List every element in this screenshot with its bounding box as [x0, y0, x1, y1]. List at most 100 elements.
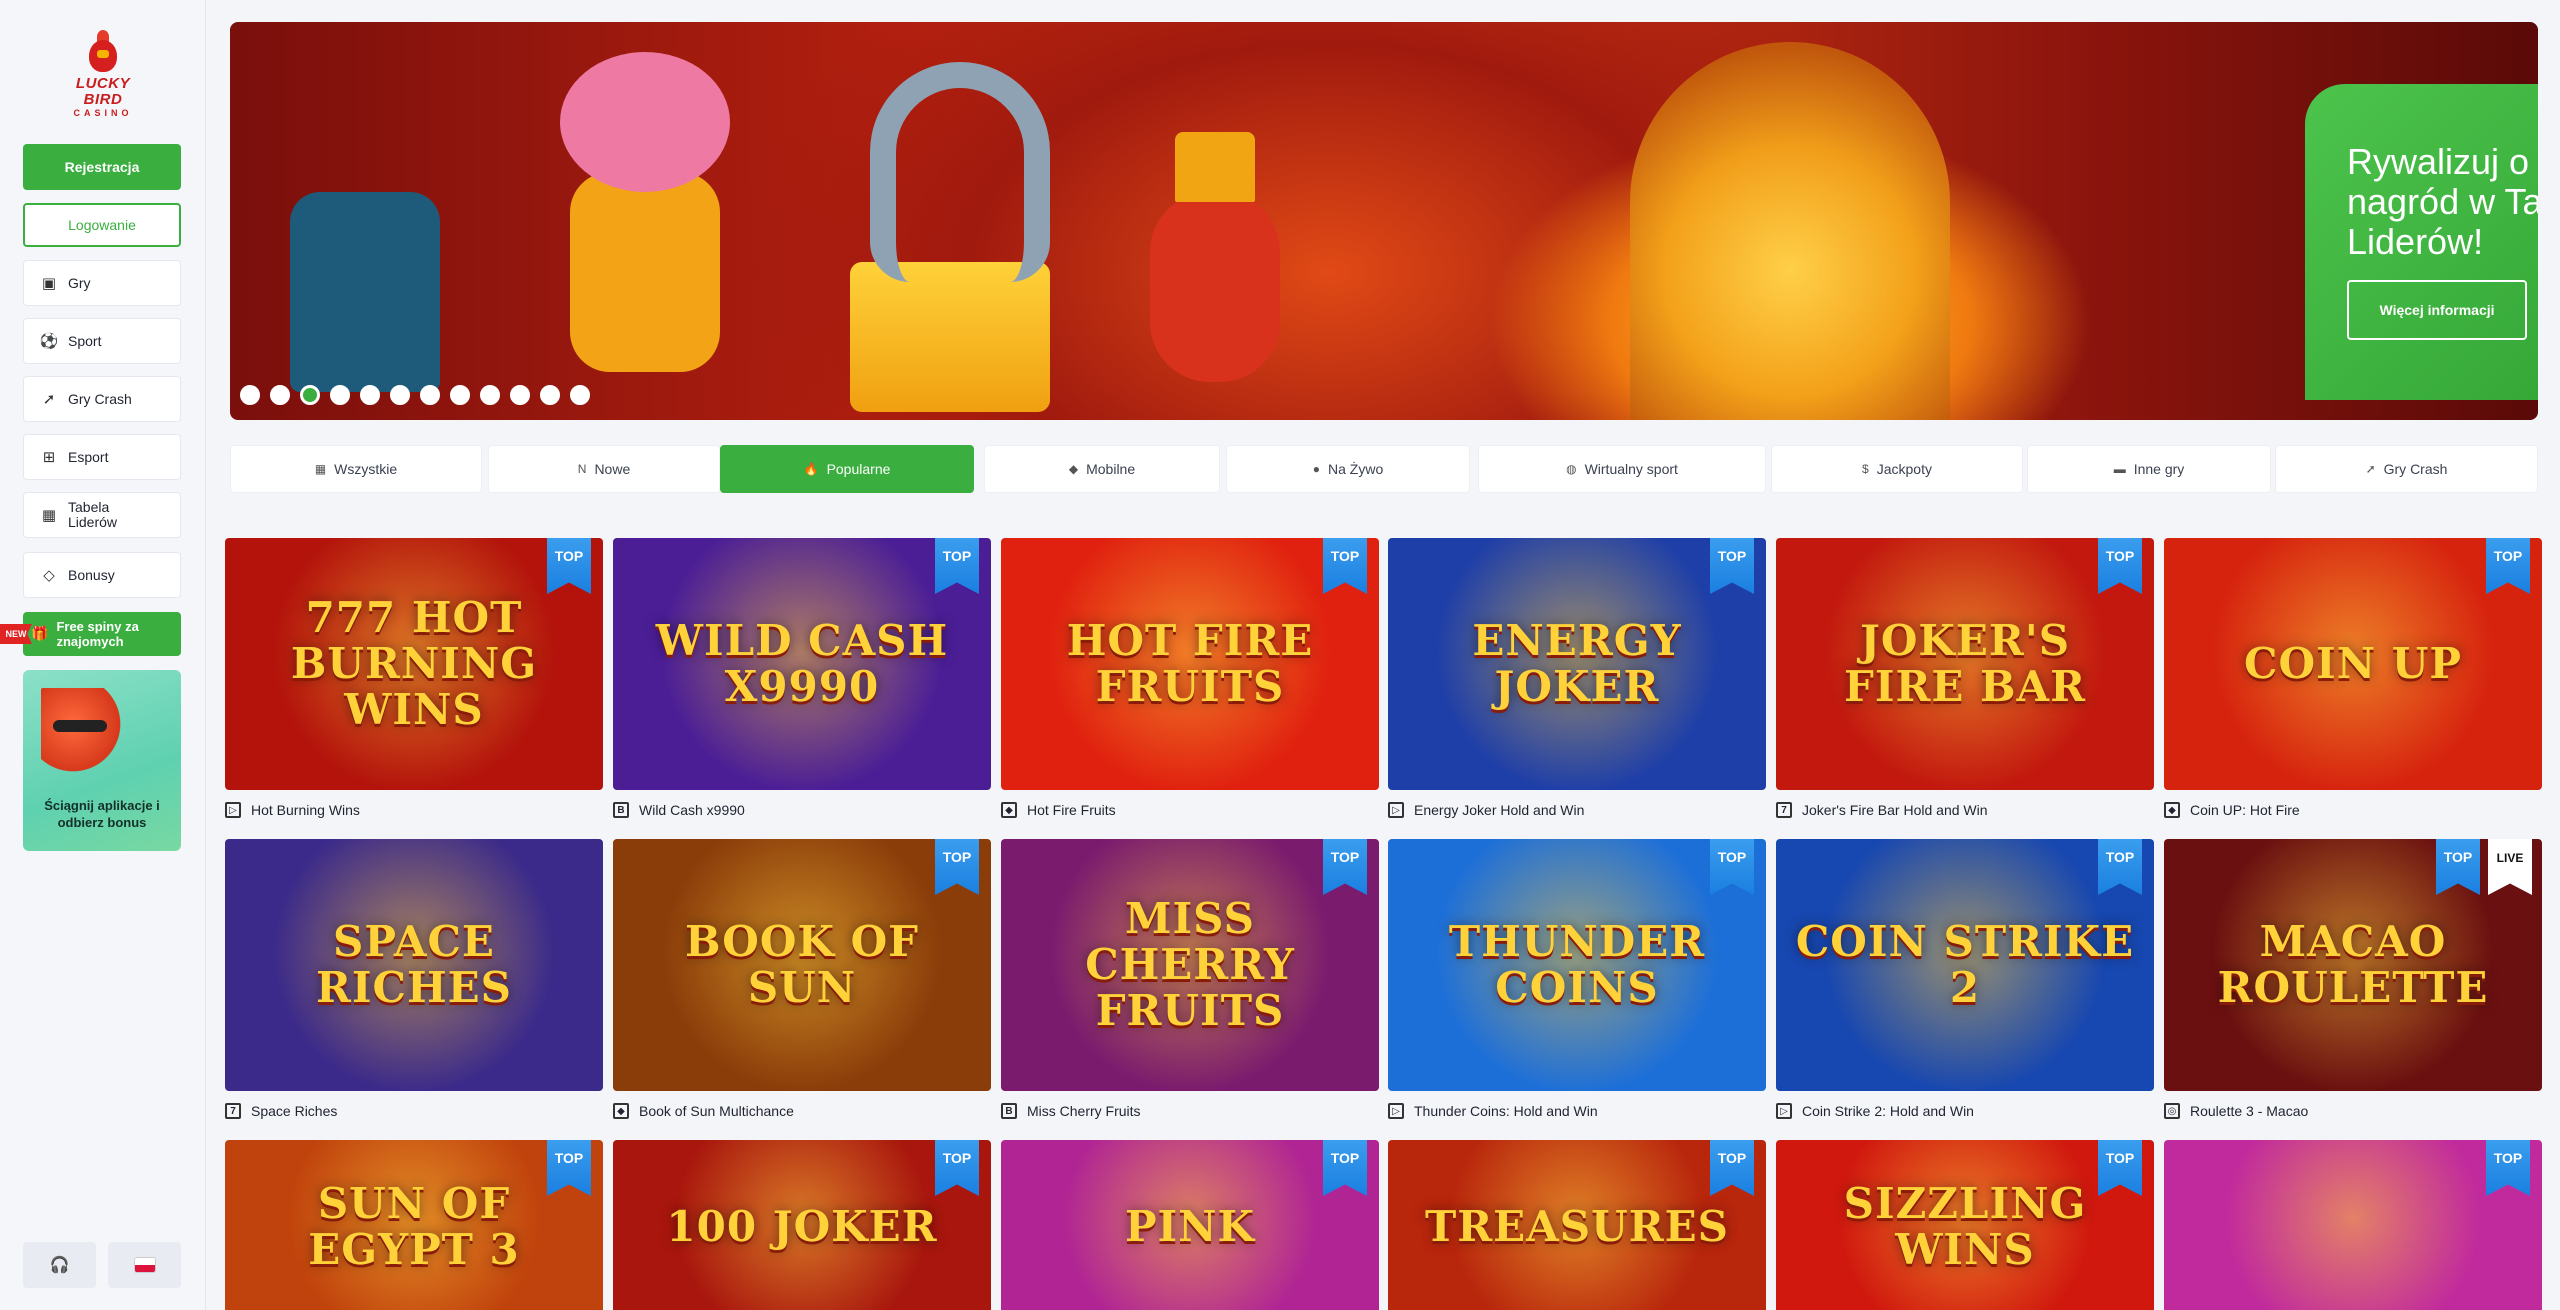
carousel-dot[interactable] — [420, 385, 440, 405]
game-name[interactable]: Hot Burning Wins — [251, 802, 360, 818]
game-name[interactable]: Wild Cash x9990 — [639, 802, 745, 818]
support-button[interactable]: 🎧 — [23, 1242, 96, 1288]
game-card[interactable]: ENERGY JOKER TOP ▷ Energy Joker Hold and Wi… — [1388, 538, 1766, 830]
game-artwork-title: BOOK OF SUN — [685, 917, 919, 1012]
game-name[interactable]: Thunder Coins: Hold and Win — [1414, 1103, 1598, 1119]
more-info-button[interactable]: Więcej informacji — [2347, 280, 2527, 340]
tab-inne-gry[interactable]: ▬ Inne gry — [2027, 445, 2271, 493]
game-thumbnail[interactable]: 100 JOKER TOP — [613, 1140, 991, 1310]
carousel-dot[interactable] — [360, 385, 380, 405]
tab-wirtualny-sport[interactable]: ◍ Wirtualny sport — [1478, 445, 1766, 493]
game-thumbnail[interactable]: COIN UP TOP — [2164, 538, 2542, 790]
top-badge: TOP — [1710, 839, 1754, 895]
game-name[interactable]: Hot Fire Fruits — [1027, 802, 1116, 818]
carousel-dot[interactable] — [270, 385, 290, 405]
provider-icon: ▷ — [1776, 1103, 1792, 1119]
game-thumbnail[interactable]: WILD CASH X9990 TOP — [613, 538, 991, 790]
game-artwork-title: WILD CASH X9990 — [655, 616, 949, 711]
game-name[interactable]: Coin UP: Hot Fire — [2190, 802, 2300, 818]
game-caption: B Wild Cash x9990 — [613, 790, 991, 830]
carousel-dot[interactable] — [390, 385, 410, 405]
game-card[interactable]: TOP — [2164, 1140, 2542, 1310]
logo[interactable]: LUCKY BIRD CASINO — [55, 30, 151, 118]
game-thumbnail[interactable]: THUNDER COINS TOP — [1388, 839, 1766, 1091]
tab-popularne[interactable]: 🔥 Popularne — [720, 445, 974, 493]
game-thumbnail[interactable]: MISS CHERRY FRUITS TOP — [1001, 839, 1379, 1091]
game-name[interactable]: Roulette 3 - Macao — [2190, 1103, 2308, 1119]
game-name[interactable]: Book of Sun Multichance — [639, 1103, 794, 1119]
sidebar-item-bonuses[interactable]: ◇ Bonusy — [23, 552, 181, 598]
tab-label: Inne gry — [2133, 461, 2185, 477]
game-thumbnail[interactable]: ENERGY JOKER TOP — [1388, 538, 1766, 790]
bird-illustration — [1130, 132, 1300, 392]
tab-nowe[interactable]: N Nowe — [488, 445, 720, 493]
free-spins-button[interactable]: 🎁 Free spiny za znajomych — [23, 612, 181, 656]
game-thumbnail[interactable]: SIZZLING WINS TOP — [1776, 1140, 2154, 1310]
sidebar-item-esport[interactable]: ⊞ Esport — [23, 434, 181, 480]
game-card[interactable]: 777 HOT BURNING WINS TOP ▷ Hot Burning Wins — [225, 538, 603, 830]
game-card[interactable]: SUN OF EGYPT 3 TOP — [225, 1140, 603, 1310]
language-button[interactable] — [108, 1242, 181, 1288]
tab-label: Mobilne — [1086, 461, 1136, 477]
game-card[interactable]: WILD CASH X9990 TOP B Wild Cash x9990 — [613, 538, 991, 830]
provider-icon: ▷ — [1388, 1103, 1404, 1119]
sidebar-item-crash[interactable]: ➚ Gry Crash — [23, 376, 181, 422]
game-thumbnail[interactable]: COIN STRIKE 2 TOP — [1776, 839, 2154, 1091]
game-card[interactable]: MISS CHERRY FRUITS TOP B Miss Cherry Fruits — [1001, 839, 1379, 1131]
game-thumbnail[interactable]: SUN OF EGYPT 3 TOP — [225, 1140, 603, 1310]
game-thumbnail[interactable]: HOT FIRE FRUITS TOP — [1001, 538, 1379, 790]
game-card[interactable]: SPACE RICHES 7 Space Riches — [225, 839, 603, 1131]
tab-mobilne[interactable]: ◆ Mobilne — [984, 445, 1220, 493]
game-artwork-title: SPACE RICHES — [315, 917, 512, 1012]
tab-label: Popularne — [826, 461, 891, 477]
login-button[interactable]: Logowanie — [23, 203, 181, 247]
game-card[interactable]: PINK TOP — [1001, 1140, 1379, 1310]
carousel-dot[interactable] — [240, 385, 260, 405]
carousel-dot[interactable] — [540, 385, 560, 405]
carousel-dot[interactable] — [480, 385, 500, 405]
game-thumbnail[interactable]: MACAO ROULETTE LIVE TOP — [2164, 839, 2542, 1091]
game-card[interactable]: BOOK OF SUN TOP ◆ Book of Sun Multichance — [613, 839, 991, 1131]
tab-gry-crash[interactable]: ➚ Gry Crash — [2275, 445, 2538, 493]
tab-na-żywo[interactable]: ● Na Żywo — [1226, 445, 1470, 493]
carousel-dot[interactable] — [330, 385, 350, 405]
game-thumbnail[interactable]: PINK TOP — [1001, 1140, 1379, 1310]
sidebar-item-games[interactable]: ▣ Gry — [23, 260, 181, 306]
game-card[interactable]: COIN UP TOP ◆ Coin UP: Hot Fire — [2164, 538, 2542, 830]
game-name[interactable]: Joker's Fire Bar Hold and Win — [1802, 802, 1988, 818]
hero-banner[interactable]: Rywalizuj o jedną z 30 nagród w Tabeli L… — [230, 22, 2538, 420]
game-name[interactable]: Energy Joker Hold and Win — [1414, 802, 1584, 818]
game-card[interactable]: COIN STRIKE 2 TOP ▷ Coin Strike 2: Hold and… — [1776, 839, 2154, 1131]
carousel-dot[interactable] — [300, 385, 320, 405]
carousel-dot[interactable] — [510, 385, 530, 405]
carousel-dot[interactable] — [570, 385, 590, 405]
game-card[interactable]: HOT FIRE FRUITS TOP ◆ Hot Fire Fruits — [1001, 538, 1379, 830]
tab-jackpoty[interactable]: $ Jackpoty — [1771, 445, 2023, 493]
armchair-illustration — [290, 192, 440, 392]
register-button[interactable]: Rejestracja — [23, 144, 181, 190]
sidebar-item-sport[interactable]: ⚽ Sport — [23, 318, 181, 364]
tab-wszystkie[interactable]: ▦ Wszystkie — [230, 445, 482, 493]
game-thumbnail[interactable]: JOKER'S FIRE BAR TOP — [1776, 538, 2154, 790]
game-artwork-title: SUN OF EGYPT 3 — [308, 1179, 520, 1274]
sidebar-item-label: Bonusy — [68, 566, 115, 583]
game-thumbnail[interactable]: TOP — [2164, 1140, 2542, 1310]
game-card[interactable]: SIZZLING WINS TOP — [1776, 1140, 2154, 1310]
carousel-dot[interactable] — [450, 385, 470, 405]
game-thumbnail[interactable]: SPACE RICHES — [225, 839, 603, 1091]
game-card[interactable]: THUNDER COINS TOP ▷ Thunder Coins: Hold and… — [1388, 839, 1766, 1131]
game-name[interactable]: Coin Strike 2: Hold and Win — [1802, 1103, 1974, 1119]
game-card[interactable]: 100 JOKER TOP — [613, 1140, 991, 1310]
game-thumbnail[interactable]: TREASURES TOP — [1388, 1140, 1766, 1310]
game-thumbnail[interactable]: BOOK OF SUN TOP — [613, 839, 991, 1091]
game-card[interactable]: JOKER'S FIRE BAR TOP 7 Joker's Fire Bar Hol… — [1776, 538, 2154, 830]
game-card[interactable]: TREASURES TOP — [1388, 1140, 1766, 1310]
game-name[interactable]: Miss Cherry Fruits — [1027, 1103, 1141, 1119]
game-thumbnail[interactable]: 777 HOT BURNING WINS TOP — [225, 538, 603, 790]
sidebar-item-leaderboard[interactable]: ▦ Tabela Liderów — [23, 492, 181, 538]
banner-title: Rywalizuj o jedną z 30 nagród w Tabeli L… — [2347, 141, 2538, 262]
app-promo-banner[interactable]: Ściągnij aplikacje i odbierz bonus — [23, 670, 181, 851]
poland-flag-icon — [134, 1258, 155, 1272]
game-card[interactable]: MACAO ROULETTE LIVE TOP ◎ Roulette 3 - Macao — [2164, 839, 2542, 1131]
game-name[interactable]: Space Riches — [251, 1103, 337, 1119]
